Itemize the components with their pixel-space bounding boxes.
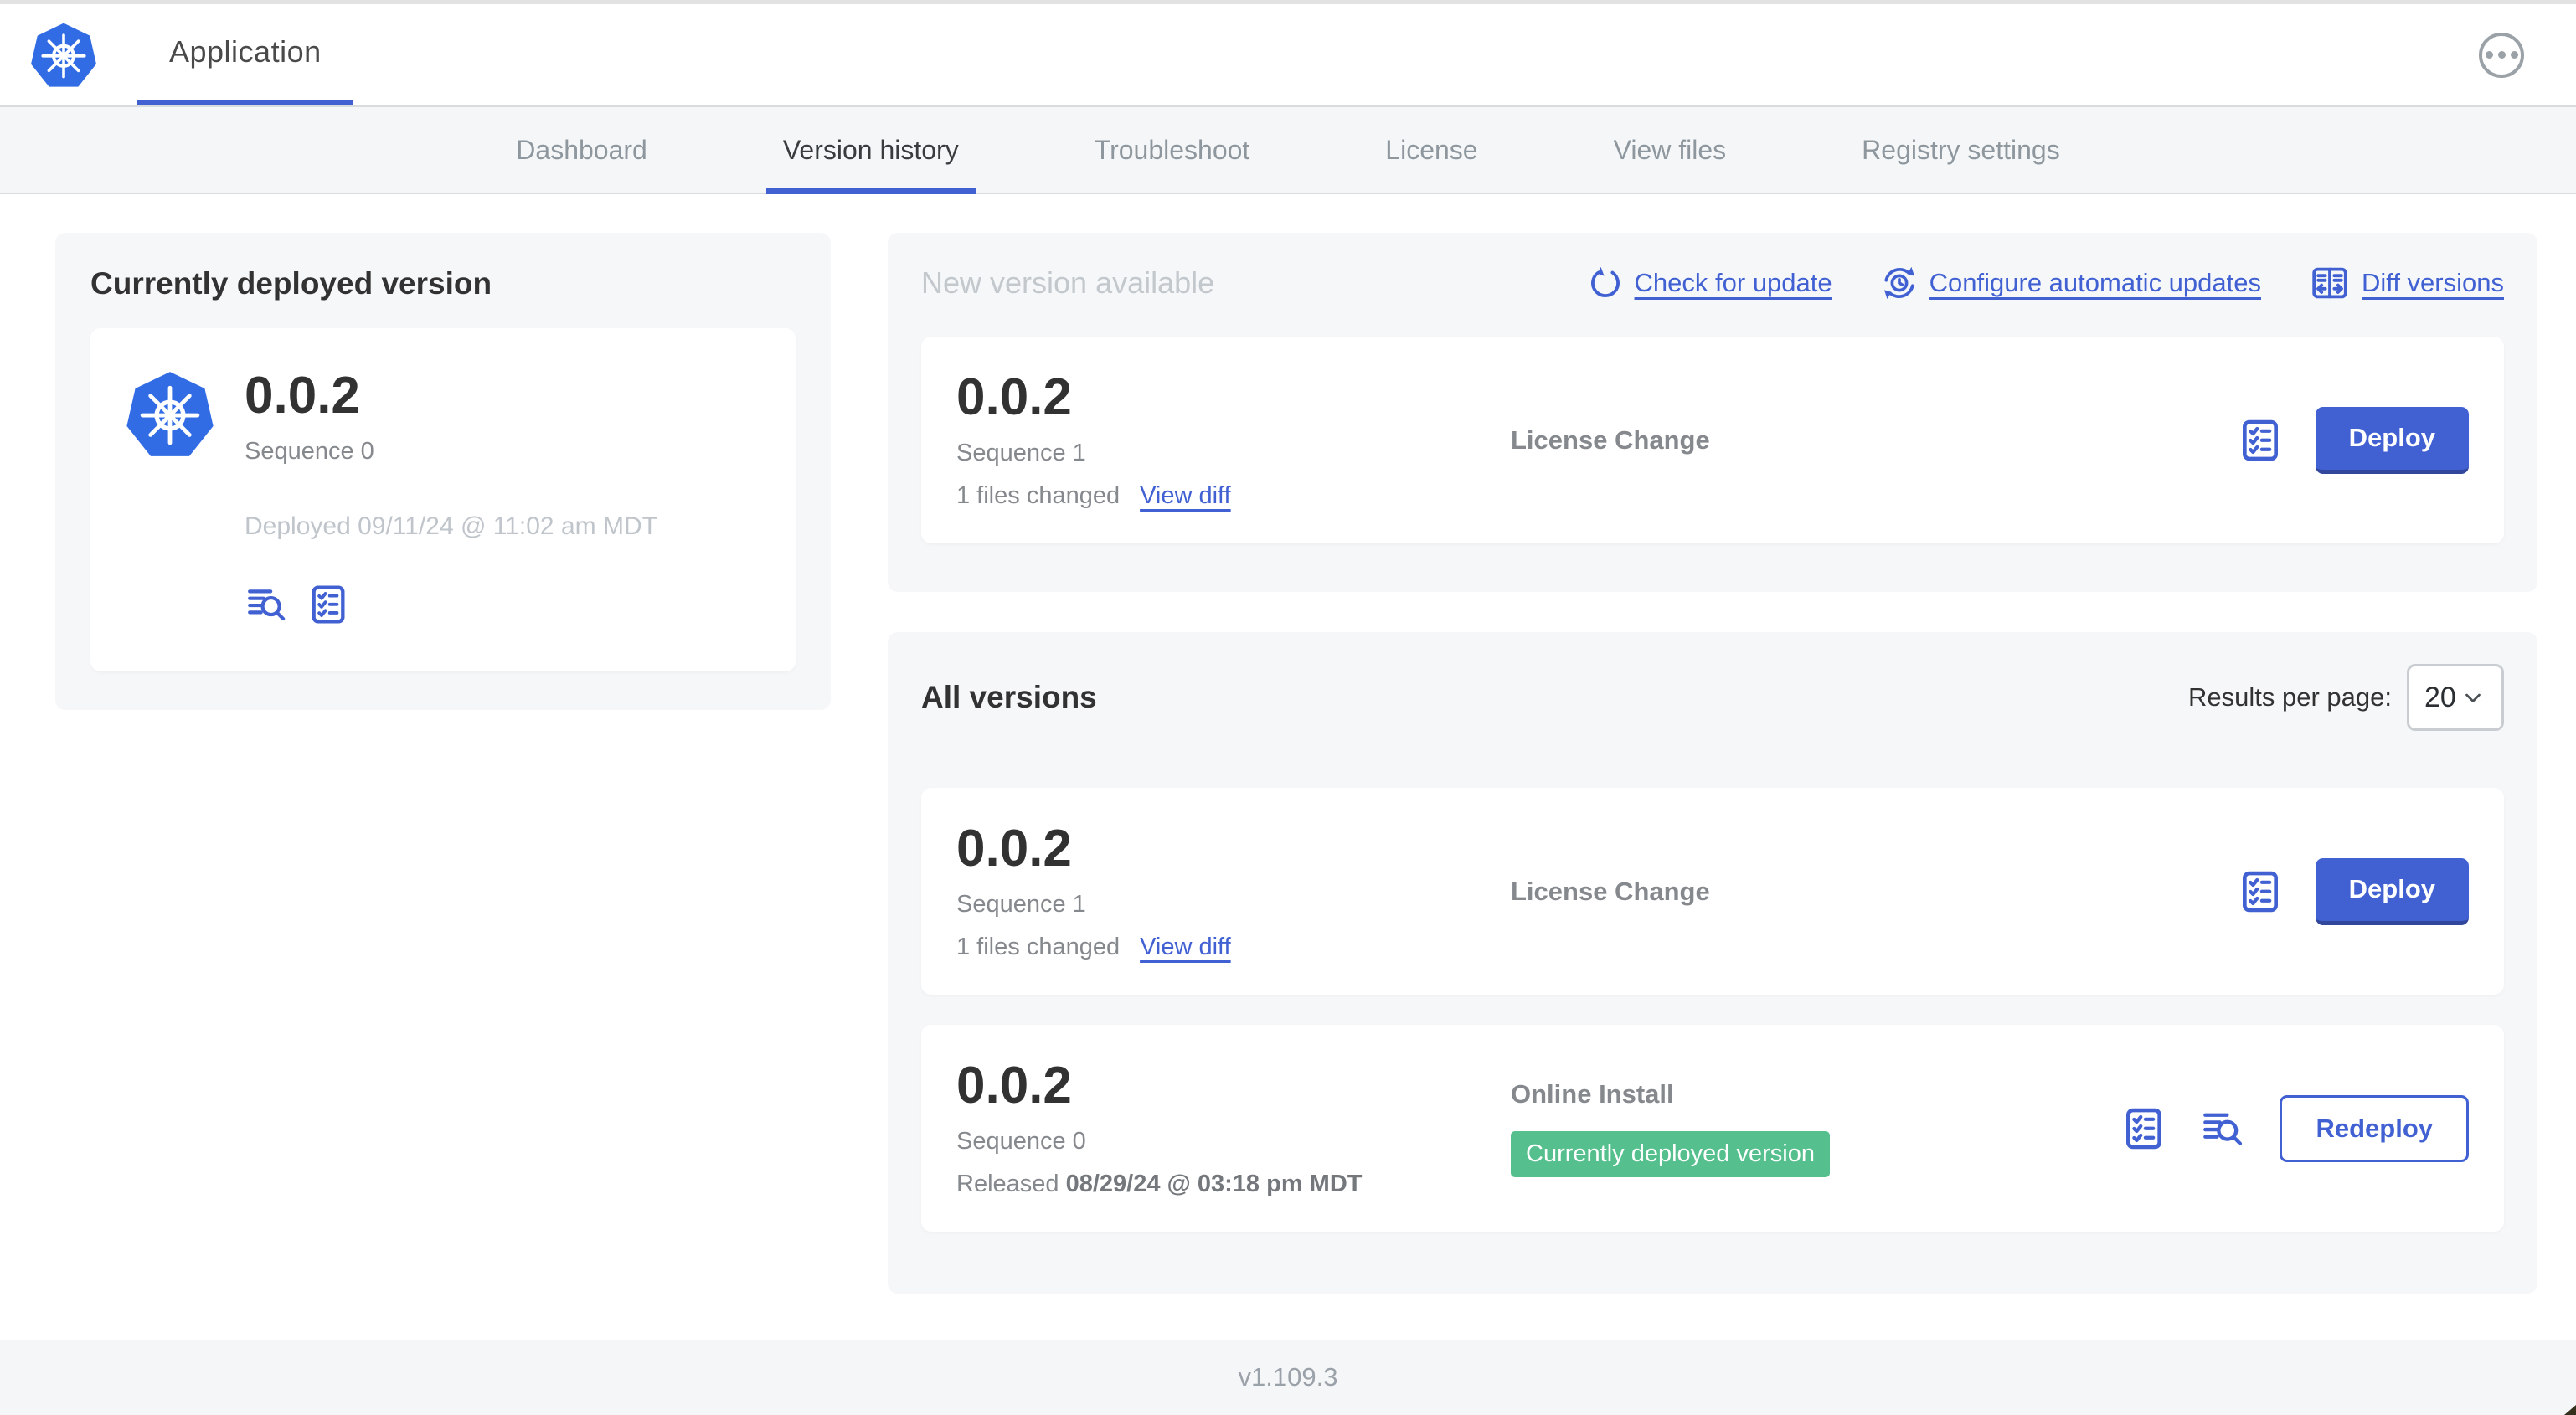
released-timestamp: Released 08/29/24 @ 03:18 pm MDT	[956, 1171, 1363, 1198]
tab-registry-settings[interactable]: Registry settings	[1857, 107, 2065, 193]
app-header: Application	[0, 4, 2576, 107]
console-version-text: v1.109.3	[1238, 1362, 1338, 1392]
currently-deployed-card: Currently deployed version 0.0.2 Sequenc…	[55, 233, 831, 711]
all-versions-card: All versions Results per page: 20 0.0.2 …	[888, 632, 2537, 1294]
currently-deployed-version-panel: 0.0.2 Sequence 0 Deployed 09/11/24 @ 11:…	[90, 328, 796, 672]
preflight-results-button[interactable]	[2237, 867, 2284, 917]
diff-versions-link[interactable]: Diff versions	[2310, 263, 2504, 303]
version-sequence: Sequence 1	[956, 440, 1086, 467]
view-diff-link[interactable]: View diff	[1140, 482, 1231, 510]
app-title-tab[interactable]: Application	[137, 4, 353, 105]
deployed-version-number: 0.0.2	[245, 367, 360, 424]
tab-view-files[interactable]: View files	[1609, 107, 1732, 193]
diff-icon	[2312, 267, 2347, 299]
new-version-row: 0.0.2 Sequence 1 1 files changed View di…	[921, 337, 2504, 544]
version-row-sequence-1: 0.0.2 Sequence 1 1 files changed View di…	[921, 788, 2504, 996]
deployed-sequence: Sequence 0	[245, 438, 374, 466]
version-number: 0.0.2	[956, 820, 1072, 878]
version-source-label: License Change	[1511, 424, 1710, 455]
auto-update-clock-icon	[1882, 265, 1916, 301]
preflight-checklist-icon	[307, 581, 350, 628]
overflow-menu-button[interactable]	[2479, 32, 2524, 78]
version-source-label: Online Install	[1511, 1079, 1674, 1109]
kubernetes-logo	[30, 4, 97, 105]
preflight-checklist-icon	[2120, 1104, 2167, 1154]
results-per-page-label: Results per page:	[2188, 682, 2392, 713]
new-version-card: New version available Check for update C…	[888, 233, 2537, 593]
view-deploy-logs-button[interactable]	[2199, 1107, 2248, 1150]
check-for-update-link[interactable]: Check for update	[1588, 265, 1832, 301]
tab-troubleshoot[interactable]: Troubleshoot	[1090, 107, 1255, 193]
file-logs-icon	[2199, 1107, 2248, 1150]
currently-deployed-badge: Currently deployed version	[1511, 1131, 1830, 1178]
version-row-sequence-0: 0.0.2 Sequence 0 Released 08/29/24 @ 03:…	[921, 1025, 2504, 1232]
deployed-timestamp: Deployed 09/11/24 @ 11:02 am MDT	[245, 512, 657, 541]
version-number: 0.0.2	[956, 1057, 1072, 1115]
app-title: Application	[169, 34, 322, 69]
deploy-button[interactable]: Deploy	[2315, 406, 2469, 474]
console-nav: Dashboard Version history Troubleshoot L…	[0, 107, 2576, 194]
preflight-checklist-icon	[2237, 415, 2284, 466]
new-version-title: New version available	[921, 265, 1215, 300]
preflight-results-button[interactable]	[2237, 415, 2284, 466]
ellipsis-icon	[2485, 51, 2493, 59]
redeploy-button[interactable]: Redeploy	[2280, 1094, 2469, 1162]
chevron-down-icon	[2465, 693, 2481, 702]
main-content: Currently deployed version 0.0.2 Sequenc…	[0, 194, 2576, 1340]
view-diff-link[interactable]: View diff	[1140, 934, 1231, 961]
deploy-button[interactable]: Deploy	[2315, 857, 2469, 925]
files-changed-text: 1 files changed	[956, 934, 1121, 961]
version-source-label: License Change	[1511, 876, 1710, 906]
configure-automatic-updates-link[interactable]: Configure automatic updates	[1881, 265, 2261, 301]
version-number: 0.0.2	[956, 368, 1072, 426]
results-per-page-select[interactable]: 20	[2407, 664, 2504, 732]
preflight-checklist-icon	[2237, 867, 2284, 917]
kubernetes-app-icon	[126, 368, 214, 461]
preflight-results-button[interactable]	[307, 581, 350, 628]
file-logs-icon	[245, 584, 290, 625]
preflight-results-button[interactable]	[2120, 1104, 2167, 1154]
version-history-page: Application Dashboard Version history Tr…	[0, 0, 2576, 1415]
header-spacer	[353, 4, 2479, 105]
all-versions-title: All versions	[921, 680, 1097, 715]
version-sequence: Sequence 0	[956, 1128, 1086, 1155]
refresh-icon	[1590, 265, 1620, 298]
files-changed-text: 1 files changed	[956, 482, 1121, 510]
version-sequence: Sequence 1	[956, 891, 1086, 918]
tab-version-history[interactable]: Version history	[765, 107, 976, 194]
view-deploy-logs-button[interactable]	[245, 584, 290, 625]
tab-license[interactable]: License	[1380, 107, 1482, 193]
tab-dashboard[interactable]: Dashboard	[511, 107, 652, 193]
console-footer: v1.109.3	[0, 1340, 2576, 1415]
currently-deployed-title: Currently deployed version	[90, 266, 492, 301]
